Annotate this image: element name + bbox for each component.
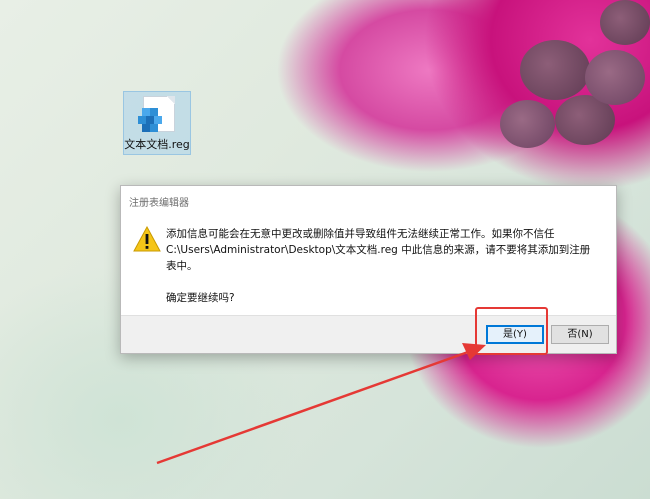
annotation-arrow	[156, 343, 486, 465]
